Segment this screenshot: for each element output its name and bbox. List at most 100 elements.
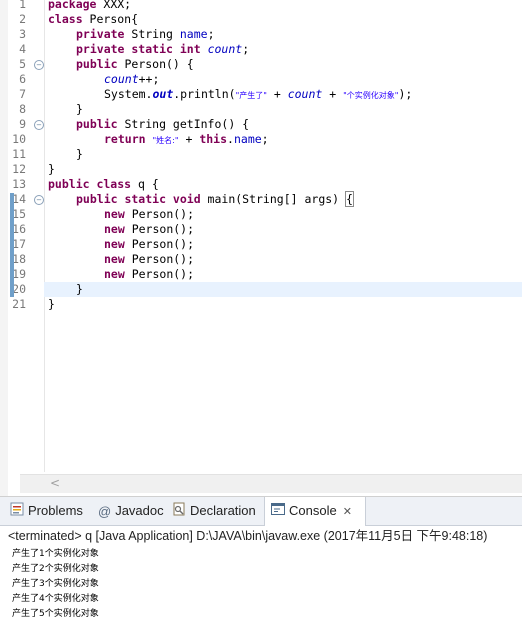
line-number: 19 (12, 267, 26, 281)
matching-brace: { (345, 191, 354, 207)
tab-label: Declaration (190, 503, 256, 518)
declaration-icon (172, 498, 186, 526)
keyword: private static int (76, 42, 201, 56)
keyword: class (48, 12, 83, 26)
bottom-panel-tabbar: Problems @ Javadoc Declaration Console ✕ (0, 497, 522, 526)
code-line-7: System.out.println("产生了" + count + "个实例化… (104, 87, 412, 102)
code-line-4: private static int count; (76, 42, 249, 57)
line-number: 10 (12, 132, 26, 146)
code-text: Person(); (124, 222, 195, 236)
code-line-3: private String name; (76, 27, 215, 42)
code-line-16: new Person(); (104, 222, 194, 237)
javadoc-icon: @ (98, 504, 112, 519)
code-text: Person(); (124, 252, 195, 266)
code-line-2: class Person{ (48, 12, 138, 27)
keyword: private (76, 27, 125, 41)
line-number: 17 (12, 237, 26, 251)
code-line-15: new Person(); (104, 207, 194, 222)
line-number: 2 (19, 12, 26, 26)
keyword: new (104, 207, 125, 221)
tab-declaration[interactable]: Declaration (172, 497, 256, 525)
keyword: public static void (76, 192, 201, 206)
tab-label: Console (289, 503, 337, 518)
fold-toggle-icon[interactable]: − (34, 120, 44, 130)
code-text: ++; (138, 72, 160, 86)
code-line-10: return "姓名:" + this.name; (104, 132, 269, 147)
line-number: 7 (19, 87, 26, 101)
line-number: 9 (19, 117, 26, 131)
keyword: package (48, 0, 97, 11)
fold-toggle-icon[interactable]: − (34, 195, 44, 205)
tab-problems[interactable]: Problems (10, 497, 83, 525)
code-line-9: public String getInfo() { (76, 117, 249, 132)
line-number: 11 (12, 147, 26, 161)
code-line-20-current: } (44, 282, 522, 297)
code-text: Person{ (82, 12, 139, 26)
code-line-14: public static void main(String[] args) { (76, 191, 354, 207)
tab-label: Problems (28, 503, 83, 518)
string-literal: "个实例化对象" (343, 91, 399, 100)
string-literal: "姓名:" (152, 136, 179, 145)
console-line: 产生了3个实例化对象 (12, 579, 99, 589)
static-field-ref: count (104, 72, 139, 86)
code-text: + (178, 132, 200, 146)
gutter-separator (44, 0, 45, 472)
code-text: ; (242, 42, 250, 56)
code-text: Person(); (124, 207, 195, 221)
code-text: Person(); (124, 267, 195, 281)
code-text: String getInfo() { (117, 117, 250, 131)
code-line-1: package XXX; (48, 0, 131, 12)
keyword: this (199, 132, 228, 146)
code-text: Person(); (124, 237, 195, 251)
fold-toggle-icon[interactable]: − (34, 60, 44, 70)
code-text: ; (207, 27, 215, 41)
line-number: 8 (19, 102, 26, 116)
code-line-12: } (48, 162, 55, 176)
code-line-8: } (76, 102, 83, 116)
keyword: public (76, 57, 118, 71)
horizontal-scrollbar[interactable]: < (20, 474, 522, 493)
line-number: 6 (19, 72, 26, 86)
keyword: public class (48, 177, 132, 191)
code-text: ; (261, 132, 269, 146)
scroll-left-icon[interactable]: < (50, 476, 60, 490)
close-icon[interactable]: ✕ (343, 506, 352, 518)
code-text: System. (104, 87, 153, 101)
console-output[interactable]: 产生了1个实例化对象 产生了2个实例化对象 产生了3个实例化对象 产生了4个实例… (12, 547, 99, 622)
tab-console[interactable]: Console ✕ (264, 497, 366, 526)
static-field-ref: out (152, 87, 174, 101)
code-text: + (322, 87, 344, 101)
console-line: 产生了2个实例化对象 (12, 564, 99, 574)
console-line: 产生了5个实例化对象 (12, 609, 99, 619)
code-text: Person() { (117, 57, 194, 71)
code-line-6: count++; (104, 72, 159, 87)
line-number: 3 (19, 27, 26, 41)
code-editor[interactable]: 1 2 3 4 5 6 7 8 9 10 11 12 13 14 15 16 1… (0, 0, 522, 496)
line-number: 13 (12, 177, 26, 191)
code-text: + (266, 87, 288, 101)
line-number: 1 (19, 0, 26, 11)
console-line: 产生了4个实例化对象 (12, 594, 99, 604)
code-line-17: new Person(); (104, 237, 194, 252)
quick-diff-change-bar (10, 193, 14, 297)
keyword: new (104, 267, 125, 281)
line-number: 4 (19, 42, 26, 56)
tab-label: Javadoc (115, 503, 164, 518)
console-process-header: <terminated> q [Java Application] D:\JAV… (8, 529, 488, 543)
field-ref: name (233, 132, 262, 146)
line-number: 16 (12, 222, 26, 236)
code-line-13: public class q { (48, 177, 159, 192)
tab-javadoc[interactable]: @ Javadoc (98, 497, 164, 525)
keyword: public (76, 117, 118, 131)
line-number: 12 (12, 162, 26, 176)
line-number: 21 (12, 297, 26, 311)
console-icon (271, 498, 285, 526)
code-text: q { (131, 177, 159, 191)
console-line: 产生了1个实例化对象 (12, 549, 99, 559)
string-literal: "产生了" (235, 91, 267, 100)
keyword: new (104, 222, 125, 236)
keyword: new (104, 252, 125, 266)
code-line-19: new Person(); (104, 267, 194, 282)
code-text: .println( (173, 87, 236, 101)
